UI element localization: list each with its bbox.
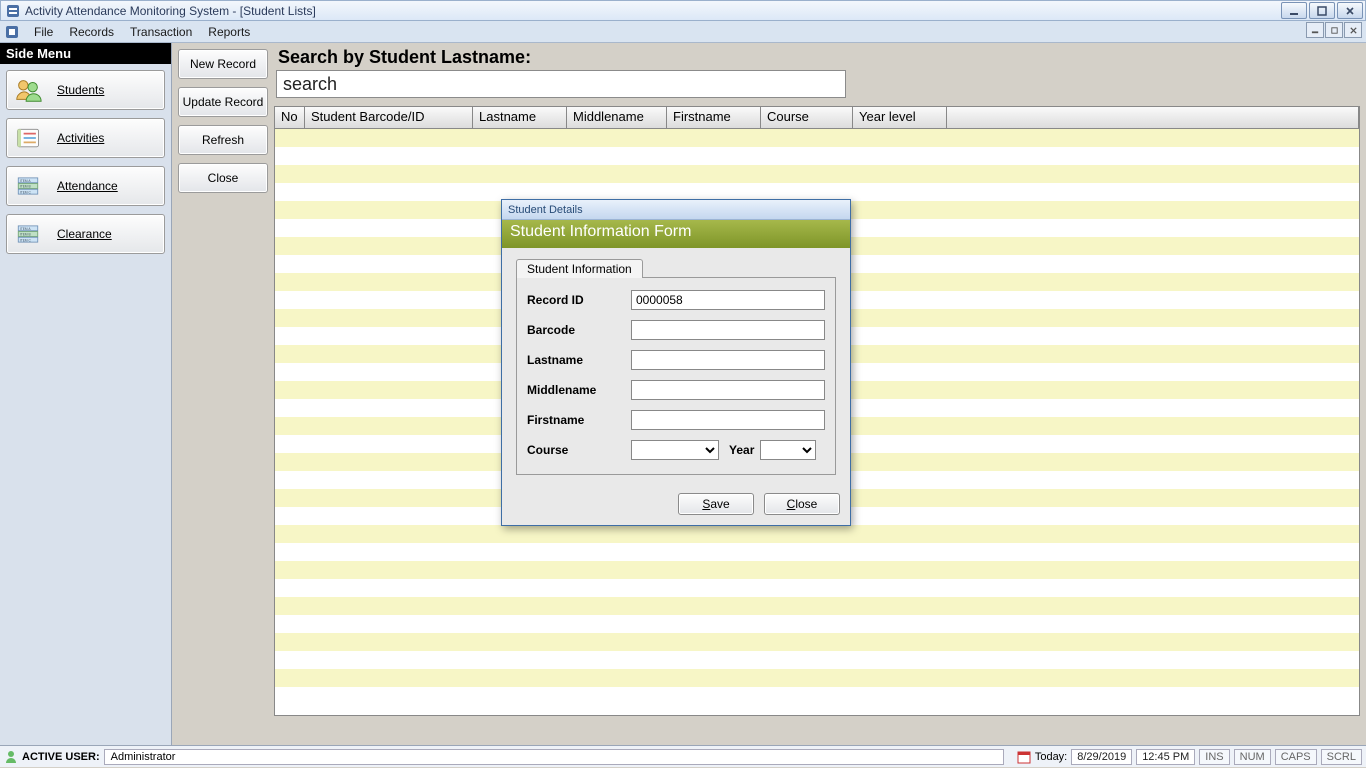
mdi-close-button[interactable] xyxy=(1344,22,1362,38)
side-btn-students[interactable]: Students xyxy=(6,70,165,110)
side-btn-activities[interactable]: Activities xyxy=(6,118,165,158)
middlename-label: Middlename xyxy=(527,383,631,397)
grid-col-spacer xyxy=(947,107,1359,128)
mdi-window-controls xyxy=(1305,22,1362,38)
status-caps: CAPS xyxy=(1275,749,1317,765)
mdi-restore-button[interactable] xyxy=(1325,22,1343,38)
today-label: Today: xyxy=(1035,751,1067,763)
table-row[interactable] xyxy=(275,615,1359,633)
table-row[interactable] xyxy=(275,129,1359,147)
students-icon xyxy=(13,75,43,105)
firstname-input[interactable] xyxy=(631,410,825,430)
table-row[interactable] xyxy=(275,147,1359,165)
menu-transaction[interactable]: Transaction xyxy=(122,23,200,41)
student-form-panel: Record ID Barcode Lastname Middlena xyxy=(516,277,836,475)
year-label: Year xyxy=(729,443,754,457)
year-select[interactable] xyxy=(760,440,816,460)
status-num: NUM xyxy=(1234,749,1271,765)
status-ins: INS xyxy=(1199,749,1229,765)
table-row[interactable] xyxy=(275,633,1359,651)
active-user-icon xyxy=(4,750,18,764)
barcode-label: Barcode xyxy=(527,323,631,337)
clearance-icon: ITEM A ITEM BITEM C xyxy=(13,219,43,249)
course-select[interactable] xyxy=(631,440,719,460)
dialog-titlebar[interactable]: Student Details xyxy=(502,200,850,220)
table-row[interactable] xyxy=(275,525,1359,543)
new-record-button[interactable]: New Record xyxy=(178,49,268,79)
statusbar: ACTIVE USER: Administrator Today: 8/29/2… xyxy=(0,745,1366,767)
barcode-input[interactable] xyxy=(631,320,825,340)
status-time: 12:45 PM xyxy=(1136,749,1195,765)
table-row[interactable] xyxy=(275,561,1359,579)
menu-reports[interactable]: Reports xyxy=(200,23,258,41)
svg-text:ITEM C: ITEM C xyxy=(20,238,32,242)
search-label: Search by Student Lastname: xyxy=(278,47,1360,68)
grid-col-barcode[interactable]: Student Barcode/ID xyxy=(305,107,473,128)
lastname-label: Lastname xyxy=(527,353,631,367)
menubar-app-icon xyxy=(4,24,20,40)
window-titlebar: Activity Attendance Monitoring System - … xyxy=(0,0,1366,21)
dialog-save-button[interactable]: Save xyxy=(678,493,754,515)
side-label-students: Students xyxy=(57,83,104,97)
table-row[interactable] xyxy=(275,165,1359,183)
svg-text:ITEM C: ITEM C xyxy=(20,190,32,194)
svg-text:ITEM B: ITEM B xyxy=(20,233,31,237)
side-label-activities: Activities xyxy=(57,131,104,145)
tab-student-information[interactable]: Student Information xyxy=(516,259,643,278)
middlename-input[interactable] xyxy=(631,380,825,400)
calendar-icon xyxy=(1017,750,1031,764)
status-scrl: SCRL xyxy=(1321,749,1362,765)
side-label-attendance: Attendance xyxy=(57,179,118,193)
mdi-minimize-button[interactable] xyxy=(1306,22,1324,38)
record-id-input[interactable] xyxy=(631,290,825,310)
update-record-button[interactable]: Update Record xyxy=(178,87,268,117)
search-input[interactable]: search xyxy=(276,70,846,98)
dialog-close-button[interactable]: Close xyxy=(764,493,840,515)
grid-col-course[interactable]: Course xyxy=(761,107,853,128)
grid-col-middlename[interactable]: Middlename xyxy=(567,107,667,128)
record-toolbar: New Record Update Record Refresh Close xyxy=(172,43,274,745)
dialog-banner: Student Information Form xyxy=(502,220,850,248)
grid-col-firstname[interactable]: Firstname xyxy=(667,107,761,128)
table-row[interactable] xyxy=(275,669,1359,687)
grid-col-lastname[interactable]: Lastname xyxy=(473,107,567,128)
grid-col-yearlevel[interactable]: Year level xyxy=(853,107,947,128)
window-maximize-button[interactable] xyxy=(1309,2,1335,19)
svg-text:ITEM A: ITEM A xyxy=(20,179,31,183)
student-details-dialog: Student Details Student Information Form… xyxy=(501,199,851,526)
attendance-icon: ITEM A ITEM BITEM C xyxy=(13,171,43,201)
active-user-label: ACTIVE USER: xyxy=(22,751,100,763)
close-list-button[interactable]: Close xyxy=(178,163,268,193)
grid-col-no[interactable]: No xyxy=(275,107,305,128)
side-menu-header: Side Menu xyxy=(0,43,171,64)
side-btn-attendance[interactable]: ITEM A ITEM BITEM C Attendance xyxy=(6,166,165,206)
side-label-clearance: Clearance xyxy=(57,227,112,241)
active-user-value: Administrator xyxy=(104,749,1004,765)
svg-text:ITEM B: ITEM B xyxy=(20,185,31,189)
menu-records[interactable]: Records xyxy=(61,23,122,41)
course-label: Course xyxy=(527,443,631,457)
window-title: Activity Attendance Monitoring System - … xyxy=(25,4,1281,18)
menubar: File Records Transaction Reports xyxy=(0,21,1366,43)
window-minimize-button[interactable] xyxy=(1281,2,1307,19)
table-row[interactable] xyxy=(275,579,1359,597)
window-close-button[interactable] xyxy=(1337,2,1363,19)
svg-text:ITEM A: ITEM A xyxy=(20,227,31,231)
firstname-label: Firstname xyxy=(527,413,631,427)
status-date: 8/29/2019 xyxy=(1071,749,1132,765)
menu-file[interactable]: File xyxy=(26,23,61,41)
table-row[interactable] xyxy=(275,651,1359,669)
search-input-text: search xyxy=(283,74,337,95)
table-row[interactable] xyxy=(275,687,1359,705)
table-row[interactable] xyxy=(275,597,1359,615)
side-menu-panel: Side Menu Students Activities ITEM AITEM… xyxy=(0,43,172,745)
table-row[interactable] xyxy=(275,543,1359,561)
side-btn-clearance[interactable]: ITEM A ITEM BITEM C Clearance xyxy=(6,214,165,254)
lastname-input[interactable] xyxy=(631,350,825,370)
app-icon xyxy=(5,3,21,19)
refresh-button[interactable]: Refresh xyxy=(178,125,268,155)
grid-header-row: No Student Barcode/ID Lastname Middlenam… xyxy=(275,107,1359,129)
activities-icon xyxy=(13,123,43,153)
record-id-label: Record ID xyxy=(527,293,631,307)
